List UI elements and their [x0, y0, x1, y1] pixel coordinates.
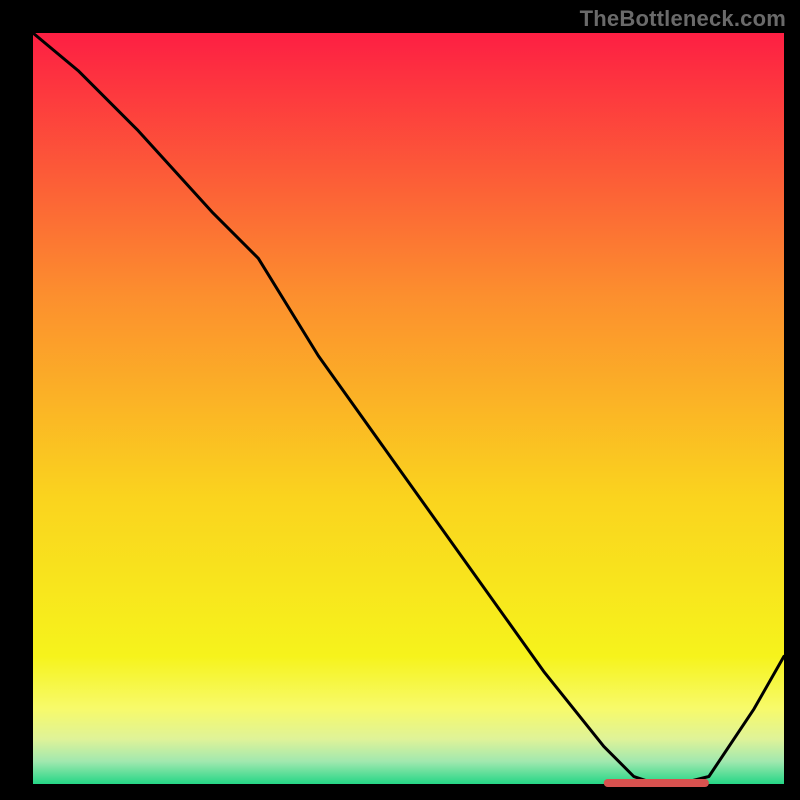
- watermark-text: TheBottleneck.com: [580, 6, 786, 32]
- chart-svg: [0, 0, 800, 800]
- chart-background: [33, 33, 784, 784]
- baseline-marker: [604, 779, 709, 787]
- chart-container: TheBottleneck.com: [0, 0, 800, 800]
